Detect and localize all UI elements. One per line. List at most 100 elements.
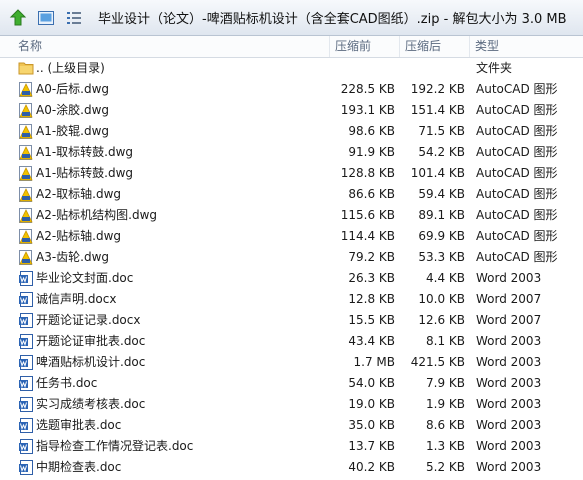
file-type: AutoCAD 图形 — [476, 103, 558, 117]
list-item[interactable]: A0-后标.dwg 228.5 KB 192.2 KB AutoCAD 图形 — [0, 79, 583, 100]
list-item[interactable]: 指导检查工作情况登记表.doc 13.7 KB 1.3 KB Word 2003 — [0, 436, 583, 457]
file-compressed-size: 89.1 KB — [418, 208, 465, 222]
column-type[interactable]: 类型 — [470, 36, 583, 57]
autocad-file-icon — [18, 102, 34, 119]
list-item[interactable]: A1-胶辊.dwg 98.6 KB 71.5 KB AutoCAD 图形 — [0, 121, 583, 142]
word-file-icon — [18, 291, 34, 308]
file-size: 91.9 KB — [348, 145, 395, 159]
autocad-file-icon — [18, 165, 34, 182]
file-type: AutoCAD 图形 — [476, 187, 558, 201]
file-name: 指导检查工作情况登记表.doc — [36, 439, 194, 453]
list-item[interactable]: 诚信声明.docx 12.8 KB 10.0 KB Word 2007 — [0, 289, 583, 310]
details-view-icon[interactable] — [62, 6, 86, 30]
file-type: Word 2003 — [476, 334, 542, 348]
file-size: 79.2 KB — [348, 250, 395, 264]
word-file-icon — [18, 312, 34, 329]
file-type: Word 2003 — [476, 439, 542, 453]
file-type: Word 2003 — [476, 418, 542, 432]
file-compressed-size: 1.9 KB — [426, 397, 465, 411]
list-item[interactable]: A1-贴标转鼓.dwg 128.8 KB 101.4 KB AutoCAD 图形 — [0, 163, 583, 184]
up-arrow-icon[interactable] — [6, 6, 30, 30]
file-type: AutoCAD 图形 — [476, 229, 558, 243]
list-item[interactable]: A1-取标转鼓.dwg 91.9 KB 54.2 KB AutoCAD 图形 — [0, 142, 583, 163]
window-title: 毕业设计（论文）-啤酒贴标机设计（含全套CAD图纸）.zip - 解包大小为 3… — [98, 12, 567, 27]
file-type: AutoCAD 图形 — [476, 82, 558, 96]
list-item[interactable]: 啤酒贴标机设计.doc 1.7 MB 421.5 KB Word 2003 — [0, 352, 583, 373]
file-compressed-size: 101.4 KB — [410, 166, 465, 180]
file-type: Word 2003 — [476, 355, 542, 369]
file-name: A2-贴标轴.dwg — [36, 229, 122, 243]
file-name: 中期检查表.doc — [36, 460, 122, 474]
file-size: 43.4 KB — [348, 334, 395, 348]
file-size: 128.8 KB — [340, 166, 395, 180]
column-name[interactable]: 名称 — [0, 36, 330, 57]
list-item[interactable]: 实习成绩考核表.doc 19.0 KB 1.9 KB Word 2003 — [0, 394, 583, 415]
list-item[interactable]: .. (上级目录) 文件夹 — [0, 58, 583, 79]
file-compressed-size: 151.4 KB — [410, 103, 465, 117]
file-compressed-size: 421.5 KB — [410, 355, 465, 369]
list-item[interactable]: A3-齿轮.dwg 79.2 KB 53.3 KB AutoCAD 图形 — [0, 247, 583, 268]
word-file-icon — [18, 438, 34, 455]
file-size: 40.2 KB — [348, 460, 395, 474]
file-compressed-size: 54.2 KB — [418, 145, 465, 159]
file-name: 诚信声明.docx — [36, 292, 117, 306]
autocad-file-icon — [18, 81, 34, 98]
file-compressed-size: 8.1 KB — [426, 334, 465, 348]
view-icon[interactable] — [34, 6, 58, 30]
file-name: A2-贴标机结构图.dwg — [36, 208, 158, 222]
file-type: AutoCAD 图形 — [476, 208, 558, 222]
file-type: AutoCAD 图形 — [476, 250, 558, 264]
word-file-icon — [18, 375, 34, 392]
file-size: 13.7 KB — [348, 439, 395, 453]
word-file-icon — [18, 333, 34, 350]
file-size: 114.4 KB — [340, 229, 395, 243]
file-type: Word 2003 — [476, 460, 542, 474]
file-type: Word 2007 — [476, 292, 542, 306]
list-item[interactable]: 选题审批表.doc 35.0 KB 8.6 KB Word 2003 — [0, 415, 583, 436]
file-compressed-size: 5.2 KB — [426, 460, 465, 474]
file-type: 文件夹 — [476, 61, 513, 75]
list-item[interactable]: A0-涂胶.dwg 193.1 KB 151.4 KB AutoCAD 图形 — [0, 100, 583, 121]
file-name: 任务书.doc — [36, 376, 98, 390]
file-size: 35.0 KB — [348, 418, 395, 432]
list-item[interactable]: 开题论证记录.docx 15.5 KB 12.6 KB Word 2007 — [0, 310, 583, 331]
file-size: 1.7 MB — [353, 355, 395, 369]
file-size: 26.3 KB — [348, 271, 395, 285]
file-compressed-size: 10.0 KB — [418, 292, 465, 306]
list-item[interactable]: 毕业论文封面.doc 26.3 KB 4.4 KB Word 2003 — [0, 268, 583, 289]
word-file-icon — [18, 354, 34, 371]
column-size[interactable]: 压缩前 — [330, 36, 400, 57]
file-compressed-size: 7.9 KB — [426, 376, 465, 390]
file-compressed-size: 53.3 KB — [418, 250, 465, 264]
file-size: 12.8 KB — [348, 292, 395, 306]
file-compressed-size: 69.9 KB — [418, 229, 465, 243]
list-item[interactable]: 任务书.doc 54.0 KB 7.9 KB Word 2003 — [0, 373, 583, 394]
autocad-file-icon — [18, 207, 34, 224]
list-item[interactable]: A2-贴标轴.dwg 114.4 KB 69.9 KB AutoCAD 图形 — [0, 226, 583, 247]
file-name: .. (上级目录) — [36, 61, 105, 75]
word-file-icon — [18, 459, 34, 476]
folder-icon — [18, 60, 34, 77]
autocad-file-icon — [18, 144, 34, 161]
file-compressed-size: 8.6 KB — [426, 418, 465, 432]
file-name: A0-后标.dwg — [36, 82, 110, 96]
list-item[interactable]: 中期检查表.doc 40.2 KB 5.2 KB Word 2003 — [0, 457, 583, 478]
file-name: A3-齿轮.dwg — [36, 250, 110, 264]
word-file-icon — [18, 270, 34, 287]
list-item[interactable]: 开题论证审批表.doc 43.4 KB 8.1 KB Word 2003 — [0, 331, 583, 352]
file-size: 19.0 KB — [348, 397, 395, 411]
file-size: 228.5 KB — [340, 82, 395, 96]
column-compressed[interactable]: 压缩后 — [400, 36, 470, 57]
autocad-file-icon — [18, 123, 34, 140]
file-name: 毕业论文封面.doc — [36, 271, 134, 285]
list-item[interactable]: A2-取标轴.dwg 86.6 KB 59.4 KB AutoCAD 图形 — [0, 184, 583, 205]
list-item[interactable]: A2-贴标机结构图.dwg 115.6 KB 89.1 KB AutoCAD 图形 — [0, 205, 583, 226]
file-type: AutoCAD 图形 — [476, 145, 558, 159]
word-file-icon — [18, 396, 34, 413]
file-size: 15.5 KB — [348, 313, 395, 327]
file-name: A1-贴标转鼓.dwg — [36, 166, 134, 180]
file-type: AutoCAD 图形 — [476, 124, 558, 138]
file-name: A0-涂胶.dwg — [36, 103, 110, 117]
word-file-icon — [18, 417, 34, 434]
file-size: 54.0 KB — [348, 376, 395, 390]
